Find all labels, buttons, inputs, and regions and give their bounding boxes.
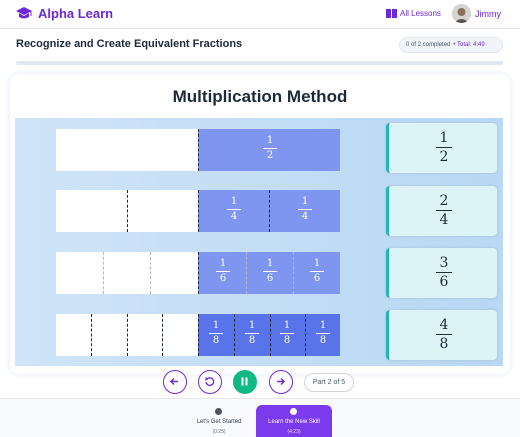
fraction-label: 18 — [206, 321, 226, 346]
previous-button[interactable] — [163, 370, 187, 394]
fraction-label: 16 — [260, 259, 280, 284]
fraction-label: 18 — [277, 321, 297, 346]
result-fraction: 48 — [432, 318, 456, 351]
result-fraction: 12 — [432, 131, 456, 164]
divider-line — [246, 252, 247, 294]
divider-line — [127, 314, 128, 356]
fraction-label: 18 — [313, 321, 333, 346]
divider-line — [91, 314, 92, 356]
fraction-label: 18 — [242, 321, 262, 346]
divider-line — [269, 190, 270, 232]
fraction-bar-eighths: 18 18 18 18 — [56, 314, 340, 356]
graduation-cap-icon — [16, 7, 32, 19]
separator-dot: • — [453, 42, 456, 48]
divider-line — [305, 314, 306, 356]
fraction-bar-sixths: 16 16 16 — [56, 252, 340, 294]
user-photo-icon — [452, 4, 471, 23]
result-fraction-card: 48 — [386, 310, 497, 360]
divider-line — [103, 252, 104, 294]
result-fraction-card: 12 — [386, 123, 497, 173]
pause-button[interactable] — [233, 370, 257, 394]
result-fraction-card: 24 — [386, 186, 497, 236]
shaded-half: 16 16 16 — [198, 252, 340, 294]
step-time: (4:23) — [287, 429, 301, 435]
next-button[interactable] — [269, 370, 293, 394]
result-fraction: 36 — [432, 256, 456, 289]
lesson-progress-bar — [16, 61, 503, 65]
result-fraction-card: 36 — [386, 248, 497, 298]
panel-title: Multiplication Method — [172, 87, 348, 106]
divider-line — [162, 314, 163, 356]
replay-button[interactable] — [198, 370, 222, 394]
top-bar: Alpha Learn All Lessons Jimmy — [0, 0, 520, 29]
step-lets-get-started[interactable]: Let's Get Started (0:25) — [181, 405, 257, 437]
pause-icon — [241, 377, 248, 386]
step-dot — [290, 408, 297, 415]
fraction-label: 12 — [260, 136, 280, 161]
divider-line — [127, 190, 128, 232]
fraction-label: 16 — [213, 259, 233, 284]
arrow-left-icon — [170, 378, 178, 385]
fraction-bar-quarters: 14 14 — [56, 190, 340, 232]
replay-icon — [204, 377, 215, 386]
step-label: Let's Get Started — [196, 419, 242, 425]
fraction-label: 16 — [307, 259, 327, 284]
step-label: Learn the New Skill — [268, 419, 320, 425]
shaded-half: 14 14 — [198, 190, 340, 232]
arrow-right-icon — [277, 378, 285, 385]
user-name[interactable]: Jimmy — [475, 9, 501, 19]
fraction-bar-halves: 12 — [56, 129, 340, 171]
divider-line — [150, 252, 151, 294]
divider-line — [270, 314, 271, 356]
step-dot — [215, 408, 222, 415]
shaded-half: 18 18 18 18 — [198, 314, 340, 356]
fraction-label: 14 — [295, 197, 315, 222]
lesson-status-badge: 0 of 2 completed • Total: 4:49 — [399, 37, 503, 53]
part-indicator: Part 2 of 5 — [304, 373, 354, 392]
fraction-label: 14 — [224, 197, 244, 222]
divider-line — [293, 252, 294, 294]
result-fraction: 24 — [432, 194, 456, 227]
divider-line — [234, 314, 235, 356]
shaded-half: 12 — [198, 129, 340, 171]
book-icon — [386, 9, 397, 18]
completed-count: 0 of 2 completed — [406, 42, 451, 48]
all-lessons-label: All Lessons — [400, 9, 441, 18]
brand-name[interactable]: Alpha Learn — [38, 6, 113, 21]
step-time: (0:25) — [212, 429, 226, 435]
lesson-title: Recognize and Create Equivalent Fraction… — [16, 38, 243, 50]
total-time: Total: 4:49 — [457, 42, 485, 48]
step-learn-new-skill[interactable]: Learn the New Skill (4:23) — [256, 405, 332, 437]
avatar[interactable] — [452, 4, 471, 23]
